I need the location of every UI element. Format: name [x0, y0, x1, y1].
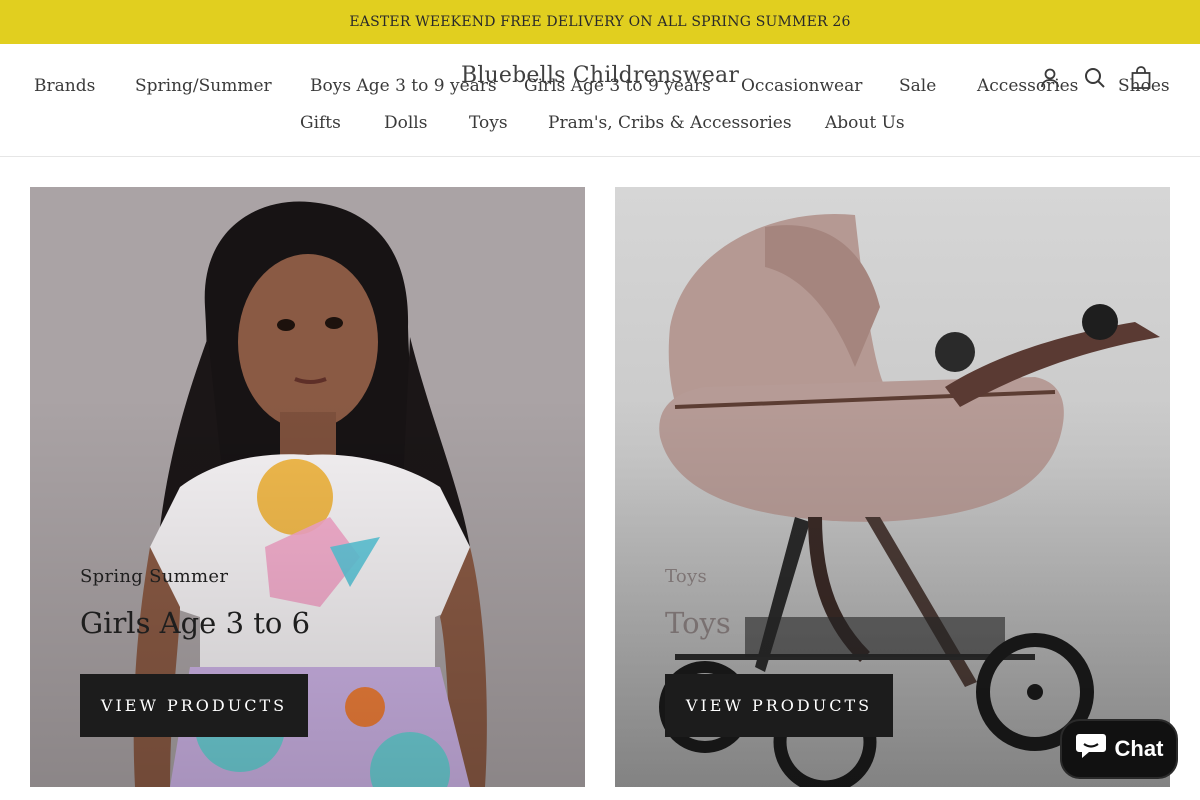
nav-toys[interactable]: Toys: [469, 113, 508, 133]
tile-subtitle: Toys: [665, 566, 708, 587]
tile-title: Girls Age 3 to 6: [80, 606, 311, 640]
nav-brands[interactable]: Brands: [34, 76, 95, 96]
chat-bubble-icon: [1075, 732, 1107, 766]
search-icon[interactable]: [1083, 66, 1107, 90]
nav-prams-cribs[interactable]: Pram's, Cribs & Accessories: [548, 113, 792, 133]
view-products-button[interactable]: VIEW PRODUCTS: [80, 674, 308, 737]
collection-tile-girls[interactable]: Spring Summer Girls Age 3 to 6 VIEW PROD…: [30, 187, 585, 787]
nav-boys[interactable]: Boys Age 3 to 9 years: [310, 76, 497, 96]
nav-accessories[interactable]: Accessories: [977, 76, 1078, 96]
cart-icon[interactable]: [1129, 66, 1153, 90]
account-icon[interactable]: [1038, 66, 1062, 90]
nav-girls[interactable]: Girls Age 3 to 9 years: [524, 76, 711, 96]
nav-about-us[interactable]: About Us: [825, 113, 905, 133]
site-header: Bluebells Childrenswear Brands Spring/Su…: [0, 44, 1200, 157]
nav-dolls[interactable]: Dolls: [384, 113, 427, 133]
tile-title: Toys: [665, 606, 731, 640]
nav-sale[interactable]: Sale: [899, 76, 936, 96]
chat-label: Chat: [1114, 736, 1164, 761]
tile-subtitle: Spring Summer: [80, 566, 229, 587]
nav-spring-summer[interactable]: Spring/Summer: [135, 76, 272, 96]
announcement-bar: EASTER WEEKEND FREE DELIVERY ON ALL SPRI…: [0, 0, 1200, 44]
nav-gifts[interactable]: Gifts: [300, 113, 341, 133]
chat-button[interactable]: Chat: [1060, 719, 1178, 779]
announcement-text: EASTER WEEKEND FREE DELIVERY ON ALL SPRI…: [349, 14, 851, 30]
view-products-button[interactable]: VIEW PRODUCTS: [665, 674, 893, 737]
nav-occasionwear[interactable]: Occasionwear: [741, 76, 862, 96]
collection-tile-toys[interactable]: Toys Toys VIEW PRODUCTS: [615, 187, 1170, 787]
